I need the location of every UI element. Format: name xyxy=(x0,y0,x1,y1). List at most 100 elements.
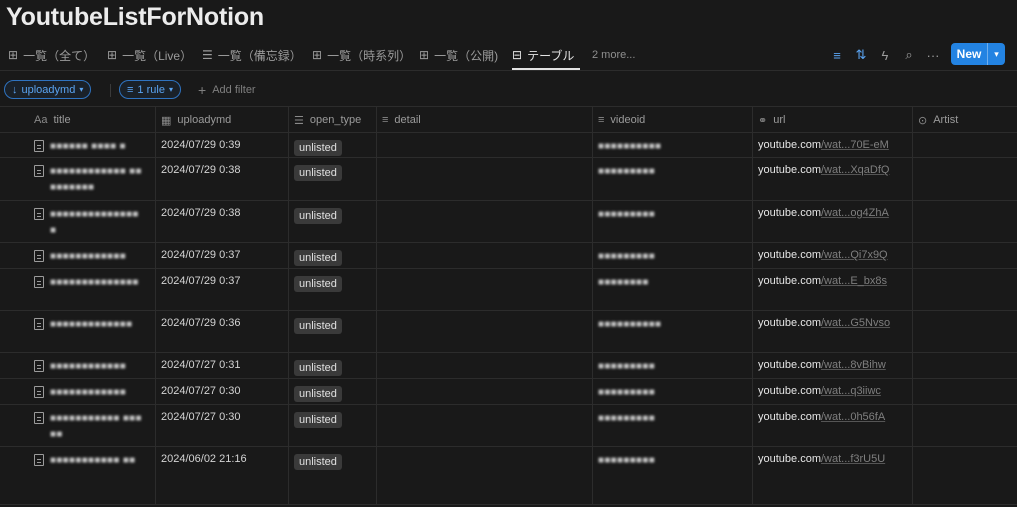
detail-cell[interactable] xyxy=(376,133,590,157)
automation-bolt-icon[interactable]: ϟ xyxy=(878,48,892,63)
url-path[interactable]: /wat...70E-eM xyxy=(821,139,889,151)
column-header-videoid[interactable]: ≡ videoid xyxy=(592,107,752,133)
videoid-cell[interactable]: ■■■■■■■■■ xyxy=(592,243,655,265)
url-host[interactable]: youtube.com xyxy=(758,164,821,176)
videoid-cell[interactable]: ■■■■■■■■■ xyxy=(592,353,655,375)
videoid-cell[interactable]: ■■■■■■■■■ xyxy=(592,158,655,180)
detail-cell[interactable] xyxy=(376,243,590,268)
url-path[interactable]: /wat...Qi7x9Q xyxy=(821,249,888,261)
tab-all[interactable]: ⊞ 一覧（全て） xyxy=(8,40,95,70)
artist-cell[interactable] xyxy=(912,353,1017,378)
uploadymd-cell[interactable]: 2024/07/29 0:37 xyxy=(155,269,241,287)
chevron-down-icon[interactable]: ▾ xyxy=(988,49,1005,60)
detail-cell[interactable] xyxy=(376,269,590,310)
column-header-uploadymd[interactable]: ▦ uploadymd xyxy=(155,107,288,133)
title-cell[interactable]: ■■■■■■■■■■■■■ xyxy=(28,311,153,333)
uploadymd-cell[interactable]: 2024/06/02 21:16 xyxy=(155,447,247,465)
tab-memo[interactable]: ☰ 一覧（備忘録） xyxy=(202,40,302,70)
open-type-cell[interactable]: unlisted xyxy=(288,243,342,266)
uploadymd-cell[interactable]: 2024/07/29 0:38 xyxy=(155,201,241,219)
table-row[interactable]: ■■■■■■■■■■■ ■■■■■ 2024/07/27 0:30 unlist… xyxy=(0,405,1017,447)
title-cell[interactable]: ■■■■■■■■■■■■ xyxy=(28,243,153,265)
url-path[interactable]: /wat...og4ZhA xyxy=(821,207,889,219)
title-cell[interactable]: ■■■■■■■■■■■■■■■ xyxy=(28,201,153,239)
title-cell[interactable]: ■■■■■■■■■■■■ ■■■■■■■■■ xyxy=(28,158,153,196)
table-row[interactable]: ■■■■■■■■■■■■■ 2024/07/29 0:36 unlisted ■… xyxy=(0,311,1017,353)
videoid-cell[interactable]: ■■■■■■■■ xyxy=(592,269,649,291)
open-type-cell[interactable]: unlisted xyxy=(288,311,342,334)
more-views-button[interactable]: 2 more... xyxy=(592,40,635,70)
artist-cell[interactable] xyxy=(912,269,1017,310)
title-cell[interactable]: ■■■■■■■■■■■■■■ xyxy=(28,269,153,291)
url-path[interactable]: /wat...f3rU5U xyxy=(821,453,885,465)
detail-cell[interactable] xyxy=(376,353,590,378)
column-header-open-type[interactable]: ☰ open_type xyxy=(288,107,376,133)
open-type-cell[interactable]: unlisted xyxy=(288,133,342,156)
url-cell[interactable]: youtube.com/wat...Qi7x9Q xyxy=(752,243,888,261)
url-path[interactable]: /wat...G5Nvso xyxy=(821,317,890,329)
more-options-icon[interactable]: ··· xyxy=(926,48,940,63)
url-host[interactable]: youtube.com xyxy=(758,411,821,423)
detail-cell[interactable] xyxy=(376,447,590,504)
table-row[interactable]: ■■■■■■ ■■■■ ■ 2024/07/29 0:39 unlisted ■… xyxy=(0,133,1017,158)
table-row[interactable]: ■■■■■■■■■■■ ■■ 2024/06/02 21:16 unlisted… xyxy=(0,447,1017,505)
url-host[interactable]: youtube.com xyxy=(758,385,821,397)
open-type-cell[interactable]: unlisted xyxy=(288,201,342,224)
title-cell[interactable]: ■■■■■■■■■■■■ xyxy=(28,353,153,375)
uploadymd-cell[interactable]: 2024/07/29 0:36 xyxy=(155,311,241,329)
table-row[interactable]: ■■■■■■■■■■■■ 2024/07/27 0:31 unlisted ■■… xyxy=(0,353,1017,379)
videoid-cell[interactable]: ■■■■■■■■■ xyxy=(592,405,655,427)
uploadymd-cell[interactable]: 2024/07/29 0:38 xyxy=(155,158,241,176)
search-icon[interactable]: ⌕ xyxy=(902,47,916,62)
url-cell[interactable]: youtube.com/wat...f3rU5U xyxy=(752,447,885,465)
artist-cell[interactable] xyxy=(912,405,1017,446)
url-host[interactable]: youtube.com xyxy=(758,359,821,371)
uploadymd-cell[interactable]: 2024/07/27 0:30 xyxy=(155,379,241,397)
title-cell[interactable]: ■■■■■■■■■■■ ■■■■■ xyxy=(28,405,153,443)
table-row[interactable]: ■■■■■■■■■■■■ 2024/07/27 0:30 unlisted ■■… xyxy=(0,379,1017,405)
url-cell[interactable]: youtube.com/wat...8vBihw xyxy=(752,353,886,371)
detail-cell[interactable] xyxy=(376,201,590,242)
open-type-cell[interactable]: unlisted xyxy=(288,269,342,292)
artist-cell[interactable] xyxy=(912,447,1017,504)
filter-icon[interactable]: ≡ xyxy=(830,48,844,63)
artist-cell[interactable] xyxy=(912,243,1017,268)
url-cell[interactable]: youtube.com/wat...E_bx8s xyxy=(752,269,887,287)
uploadymd-cell[interactable]: 2024/07/29 0:37 xyxy=(155,243,241,261)
url-cell[interactable]: youtube.com/wat...70E-eM xyxy=(752,133,889,151)
detail-cell[interactable] xyxy=(376,379,590,404)
column-header-url[interactable]: ⚭ url xyxy=(752,107,912,133)
url-host[interactable]: youtube.com xyxy=(758,275,821,287)
tab-table[interactable]: ⊟ テーブル xyxy=(512,40,581,70)
column-header-artist[interactable]: ⊙ Artist xyxy=(912,107,1017,133)
artist-cell[interactable] xyxy=(912,379,1017,404)
url-cell[interactable]: youtube.com/wat...XqaDfQ xyxy=(752,158,889,176)
title-cell[interactable]: ■■■■■■■■■■■ ■■ xyxy=(28,447,153,469)
artist-cell[interactable] xyxy=(912,201,1017,242)
url-path[interactable]: /wat...E_bx8s xyxy=(821,275,887,287)
url-host[interactable]: youtube.com xyxy=(758,453,821,465)
detail-cell[interactable] xyxy=(376,311,590,352)
uploadymd-cell[interactable]: 2024/07/27 0:31 xyxy=(155,353,241,371)
title-cell[interactable]: ■■■■■■ ■■■■ ■ xyxy=(28,133,153,155)
url-host[interactable]: youtube.com xyxy=(758,139,821,151)
table-row[interactable]: ■■■■■■■■■■■■■■■ 2024/07/29 0:38 unlisted… xyxy=(0,201,1017,243)
tab-live[interactable]: ⊞ 一覧（Live） xyxy=(107,40,192,70)
url-cell[interactable]: youtube.com/wat...0h56fA xyxy=(752,405,885,423)
url-cell[interactable]: youtube.com/wat...q3iiwc xyxy=(752,379,881,397)
artist-cell[interactable] xyxy=(912,158,1017,200)
artist-cell[interactable] xyxy=(912,311,1017,352)
uploadymd-cell[interactable]: 2024/07/29 0:39 xyxy=(155,133,241,151)
videoid-cell[interactable]: ■■■■■■■■■ xyxy=(592,447,655,469)
sort-icon[interactable]: ⇅ xyxy=(854,47,868,62)
table-row[interactable]: ■■■■■■■■■■■■ ■■■■■■■■■ 2024/07/29 0:38 u… xyxy=(0,158,1017,201)
add-filter-button[interactable]: + Add filter xyxy=(198,81,256,99)
url-host[interactable]: youtube.com xyxy=(758,249,821,261)
open-type-cell[interactable]: unlisted xyxy=(288,353,342,376)
tab-timeline[interactable]: ⊞ 一覧（時系列） xyxy=(312,40,411,70)
column-header-detail[interactable]: ≡ detail xyxy=(376,107,592,133)
url-path[interactable]: /wat...8vBihw xyxy=(821,359,886,371)
url-cell[interactable]: youtube.com/wat...og4ZhA xyxy=(752,201,889,219)
open-type-cell[interactable]: unlisted xyxy=(288,447,342,470)
url-host[interactable]: youtube.com xyxy=(758,207,821,219)
